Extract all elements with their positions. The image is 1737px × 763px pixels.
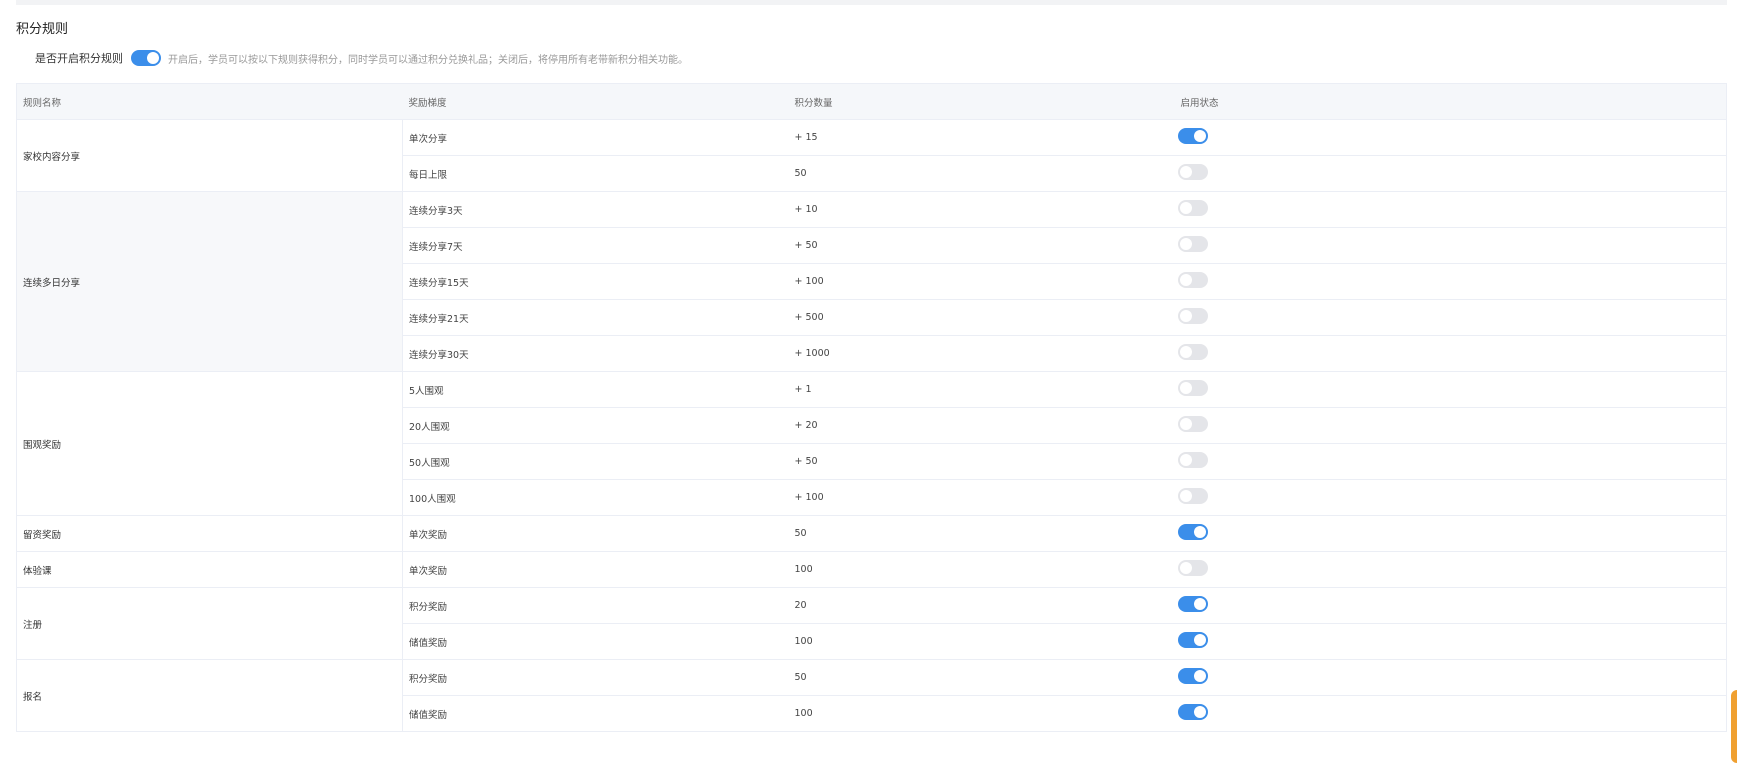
reward-tier-cell: 连续分享7天 — [402, 227, 789, 264]
rule-enabled-toggle[interactable] — [1177, 416, 1208, 432]
table-row: 注册 积分奖励 20 — [16, 587, 1727, 660]
points-amount-cell: + 500 — [788, 299, 1175, 336]
rule-enabled-toggle[interactable] — [1177, 488, 1208, 504]
points-amount-cell: + 15 — [788, 119, 1175, 156]
header-enabled-status: 启用状态 — [1174, 83, 1727, 120]
rule-enabled-toggle[interactable] — [1177, 380, 1208, 396]
enable-rules-label: 是否开启积分规则 — [35, 52, 123, 65]
enabled-status-cell — [1174, 587, 1727, 624]
table-row: 报名 积分奖励 50 — [16, 659, 1727, 732]
enable-rules-toggle[interactable] — [131, 50, 161, 66]
table-row: 连续多日分享 连续分享3天 + 10 — [16, 191, 1727, 372]
points-amount-cell: 100 — [788, 623, 1175, 660]
table-row: 家校内容分享 单次分享 + 15 — [16, 119, 1727, 192]
table-row: 体验课 单次奖励 100 — [16, 551, 1727, 588]
points-amount-cell: + 1 — [788, 371, 1175, 408]
points-amount-cell: + 100 — [788, 479, 1175, 516]
reward-tier-cell: 单次奖励 — [402, 551, 789, 588]
enabled-status-cell — [1174, 191, 1727, 228]
points-amount-cell: + 50 — [788, 443, 1175, 480]
header-points-amount: 积分数量 — [788, 83, 1175, 120]
rule-enabled-toggle[interactable] — [1177, 632, 1208, 648]
points-amount-cell: 50 — [788, 515, 1175, 552]
points-amount-cell: + 100 — [788, 263, 1175, 300]
rule-enabled-toggle[interactable] — [1177, 596, 1208, 612]
reward-tier-cell: 连续分享15天 — [402, 263, 789, 300]
reward-tier-cell: 每日上限 — [402, 155, 789, 192]
points-rules-table: 规则名称 奖励梯度 积分数量 启用状态 家校内容分享 单次分享 + 15 每日上限 50… — [16, 83, 1727, 732]
points-amount-cell: 20 — [788, 587, 1175, 624]
rule-name-cell: 体验课 — [16, 551, 403, 588]
enabled-status-cell — [1174, 407, 1727, 444]
enabled-status-cell — [1174, 479, 1727, 516]
points-amount-cell: 100 — [788, 695, 1175, 732]
rule-enabled-toggle[interactable] — [1177, 560, 1208, 576]
reward-tier-cell: 100人围观 — [402, 479, 789, 516]
reward-tier-cell: 连续分享3天 — [402, 191, 789, 228]
enabled-status-cell — [1174, 659, 1727, 696]
rule-name-cell: 围观奖励 — [16, 371, 403, 516]
rule-name-cell: 留资奖励 — [16, 515, 403, 552]
enabled-status-cell — [1174, 119, 1727, 156]
enabled-status-cell — [1174, 551, 1727, 588]
rule-name-cell: 报名 — [16, 659, 403, 732]
table-row: 留资奖励 单次奖励 50 — [16, 515, 1727, 552]
rule-enabled-toggle[interactable] — [1177, 272, 1208, 288]
table-row: 围观奖励 5人围观 + 1 — [16, 371, 1727, 516]
enabled-status-cell — [1174, 371, 1727, 408]
reward-tier-cell: 连续分享21天 — [402, 299, 789, 336]
reward-tier-cell: 积分奖励 — [402, 587, 789, 624]
rule-enabled-toggle[interactable] — [1177, 344, 1208, 360]
floating-side-tab[interactable] — [1731, 690, 1737, 763]
points-amount-cell: + 10 — [788, 191, 1175, 228]
rule-name-cell: 注册 — [16, 587, 403, 660]
enabled-status-cell — [1174, 227, 1727, 264]
reward-tier-cell: 单次分享 — [402, 119, 789, 156]
rule-enabled-toggle[interactable] — [1177, 524, 1208, 540]
header-reward-tier: 奖励梯度 — [402, 83, 789, 120]
rule-enabled-toggle[interactable] — [1177, 704, 1208, 720]
reward-tier-cell: 积分奖励 — [402, 659, 789, 696]
points-amount-cell: 50 — [788, 155, 1175, 192]
rule-enabled-toggle[interactable] — [1177, 668, 1208, 684]
top-panel-edge — [16, 0, 1727, 5]
points-amount-cell: + 20 — [788, 407, 1175, 444]
reward-tier-cell: 20人围观 — [402, 407, 789, 444]
reward-tier-cell: 储值奖励 — [402, 623, 789, 660]
reward-tier-cell: 50人围观 — [402, 443, 789, 480]
rule-enabled-toggle[interactable] — [1177, 452, 1208, 468]
table-body: 家校内容分享 单次分享 + 15 每日上限 50 连续多日分享 连续分享3天 + 10 连续分享… — [16, 119, 1727, 732]
section-title: 积分规则 — [16, 22, 69, 37]
points-amount-cell: + 1000 — [788, 335, 1175, 372]
rule-enabled-toggle[interactable] — [1177, 128, 1208, 144]
points-amount-cell: 100 — [788, 551, 1175, 588]
reward-tier-cell: 单次奖励 — [402, 515, 789, 552]
enabled-status-cell — [1174, 515, 1727, 552]
header-rule-name: 规则名称 — [16, 83, 403, 120]
rule-enabled-toggle[interactable] — [1177, 200, 1208, 216]
reward-tier-cell: 5人围观 — [402, 371, 789, 408]
rule-name-cell: 家校内容分享 — [16, 119, 403, 192]
reward-tier-cell: 连续分享30天 — [402, 335, 789, 372]
enabled-status-cell — [1174, 299, 1727, 336]
enabled-status-cell — [1174, 443, 1727, 480]
points-amount-cell: + 50 — [788, 227, 1175, 264]
rule-enabled-toggle[interactable] — [1177, 308, 1208, 324]
points-amount-cell: 50 — [788, 659, 1175, 696]
enable-rules-row: 是否开启积分规则 开启后，学员可以按以下规则获得积分，同时学员可以通过积分兑换礼… — [35, 49, 688, 67]
reward-tier-cell: 储值奖励 — [402, 695, 789, 732]
rule-enabled-toggle[interactable] — [1177, 236, 1208, 252]
enabled-status-cell — [1174, 335, 1727, 372]
enabled-status-cell — [1174, 263, 1727, 300]
enabled-status-cell — [1174, 623, 1727, 660]
enabled-status-cell — [1174, 695, 1727, 732]
table-header-row: 规则名称 奖励梯度 积分数量 启用状态 — [16, 83, 1727, 120]
rule-enabled-toggle[interactable] — [1177, 164, 1208, 180]
enabled-status-cell — [1174, 155, 1727, 192]
enable-rules-description: 开启后，学员可以按以下规则获得积分，同时学员可以通过积分兑换礼品；关闭后，将停用… — [168, 54, 688, 66]
rule-name-cell: 连续多日分享 — [16, 191, 403, 372]
